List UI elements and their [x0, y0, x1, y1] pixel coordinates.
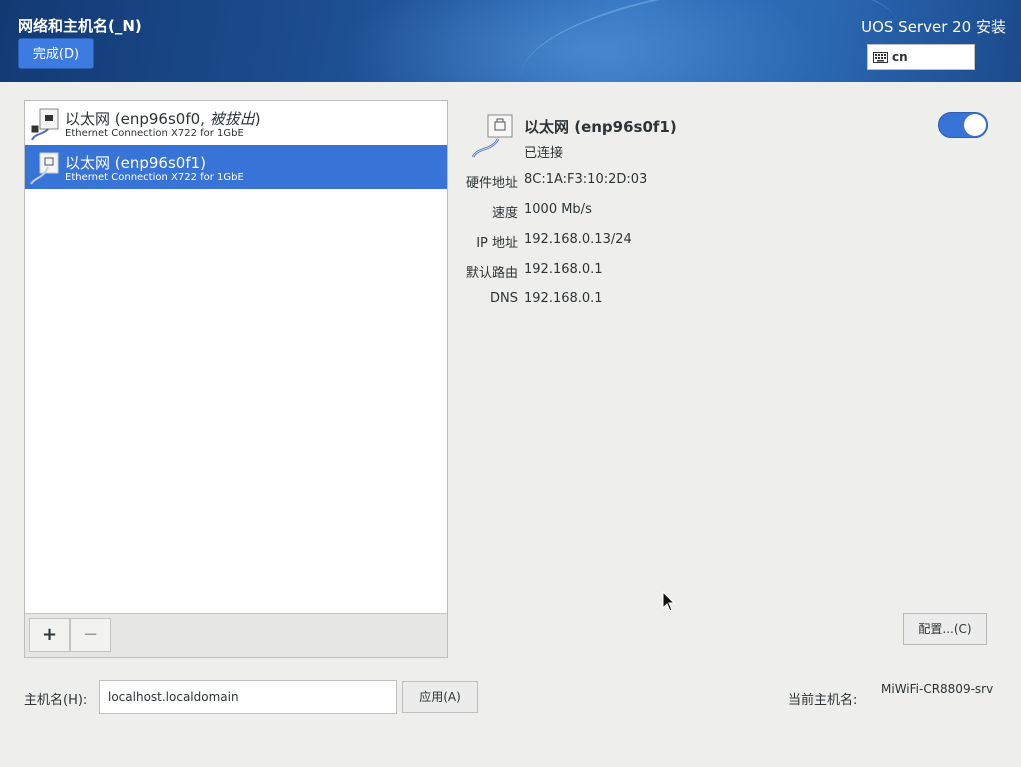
ethernet-device-icon	[471, 114, 513, 158]
field-value: 1000 Mb/s	[524, 202, 592, 217]
page-title: 网络和主机名(_N)	[18, 17, 142, 35]
hostname-input[interactable]	[99, 680, 397, 714]
header-bar: 网络和主机名(_N) 完成(D) UOS Server 20 安装 cn	[0, 0, 1021, 82]
field-value: 192.168.0.1	[524, 291, 603, 306]
product-title: UOS Server 20 安装	[861, 18, 1006, 36]
configure-button[interactable]: 配置...(C)	[903, 613, 987, 645]
device-item-enp96s0f0[interactable]: 以太网 (enp96s0f0, 被拔出) Ethernet Connection…	[25, 101, 447, 145]
remove-device-button[interactable]: −	[70, 618, 111, 652]
detail-connection-status: 已连接	[524, 146, 564, 161]
keyboard-layout-label: cn	[892, 50, 908, 64]
ethernet-unplugged-icon	[30, 108, 59, 141]
keyboard-layout-indicator[interactable]: cn	[867, 44, 975, 70]
detail-device-name: 以太网 (enp96s0f1)	[524, 118, 677, 136]
device-name: 以太网 (enp96s0f1)	[65, 154, 206, 172]
device-enable-toggle[interactable]	[938, 112, 988, 138]
toggle-knob	[964, 114, 986, 136]
apply-hostname-button[interactable]: 应用(A)	[402, 681, 478, 713]
hostname-label: 主机名(H):	[24, 693, 88, 708]
field-value: 192.168.0.13/24	[524, 232, 632, 247]
current-hostname-label: 当前主机名:	[788, 693, 858, 708]
field-label: 硬件地址	[465, 176, 518, 191]
done-button[interactable]: 完成(D)	[18, 38, 94, 69]
device-subtitle: Ethernet Connection X722 for 1GbE	[65, 128, 244, 139]
field-label: DNS	[490, 291, 518, 306]
current-hostname-value: MiWiFi-CR8809-srv	[881, 682, 994, 696]
field-label: 默认路由	[465, 266, 518, 281]
device-name: 以太网 (enp96s0f0, 被拔出)	[65, 110, 261, 128]
field-value: 8C:1A:F3:10:2D:03	[524, 172, 648, 187]
mouse-pointer-icon	[662, 591, 676, 612]
field-value: 192.168.0.1	[524, 262, 603, 277]
device-list-toolbar: + −	[25, 613, 447, 657]
field-label: IP 地址	[476, 236, 518, 251]
field-label: 速度	[491, 206, 518, 221]
keyboard-icon	[873, 52, 888, 63]
add-device-button[interactable]: +	[29, 618, 70, 652]
